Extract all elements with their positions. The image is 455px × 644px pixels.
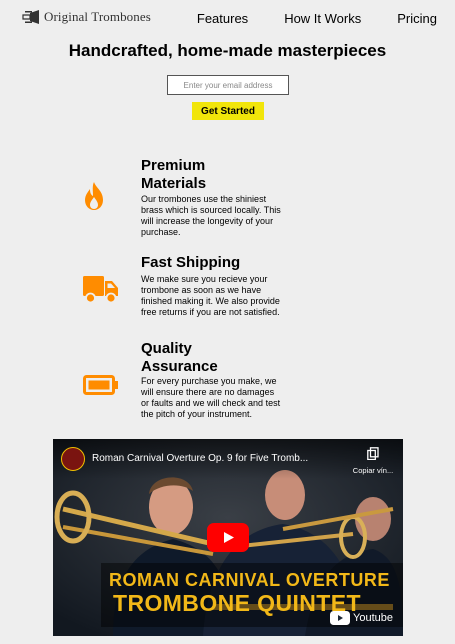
email-input[interactable] <box>167 75 289 95</box>
video-embed[interactable]: Roman Carnival Overture Op. 9 for Five T… <box>53 439 403 636</box>
play-button[interactable] <box>207 523 249 552</box>
feature-description: For every purchase you make, we will ens… <box>141 376 281 419</box>
nav-link-how-it-works[interactable]: How It Works <box>284 11 361 26</box>
youtube-label: Youtube <box>353 612 393 624</box>
copy-link-button[interactable]: Copiar vín... <box>349 447 397 475</box>
logo-text: Original Trombones <box>44 9 151 24</box>
video-title[interactable]: Roman Carnival Overture Op. 9 for Five T… <box>92 453 332 464</box>
feature-title: Quality Assurance <box>141 340 218 375</box>
feature-title: Premium Materials <box>141 157 207 192</box>
channel-avatar[interactable] <box>61 447 85 471</box>
feature-description: Our trombones use the shiniest brass whi… <box>141 194 281 237</box>
header: Original Trombones Features How It Works… <box>0 0 455 36</box>
nav-link-pricing[interactable]: Pricing <box>397 11 437 26</box>
nav-link-features[interactable]: Features <box>197 11 248 26</box>
flame-icon <box>85 182 103 210</box>
youtube-watch-link[interactable]: Youtube <box>330 611 393 625</box>
feature-description: We make sure you recieve your trombone a… <box>141 274 280 317</box>
logo[interactable]: Original Trombones <box>22 9 151 25</box>
battery-icon <box>83 375 118 395</box>
copy-icon <box>367 447 379 461</box>
trombone-logo-icon <box>22 10 39 24</box>
feature-title: Fast Shipping <box>141 254 241 271</box>
play-icon <box>224 532 234 543</box>
truck-icon <box>83 276 118 304</box>
youtube-logo-icon <box>330 611 351 625</box>
video-caption-line2: TROMBONE QUINTET <box>113 590 361 616</box>
get-started-button[interactable]: Get Started <box>192 102 264 120</box>
copy-link-label: Copiar vín... <box>352 466 394 475</box>
main-nav: Features How It Works Pricing <box>197 11 437 26</box>
video-caption-line1: ROMAN CARNIVAL OVERTURE <box>109 570 390 590</box>
hero-title: Handcrafted, home-made masterpieces <box>68 41 387 60</box>
